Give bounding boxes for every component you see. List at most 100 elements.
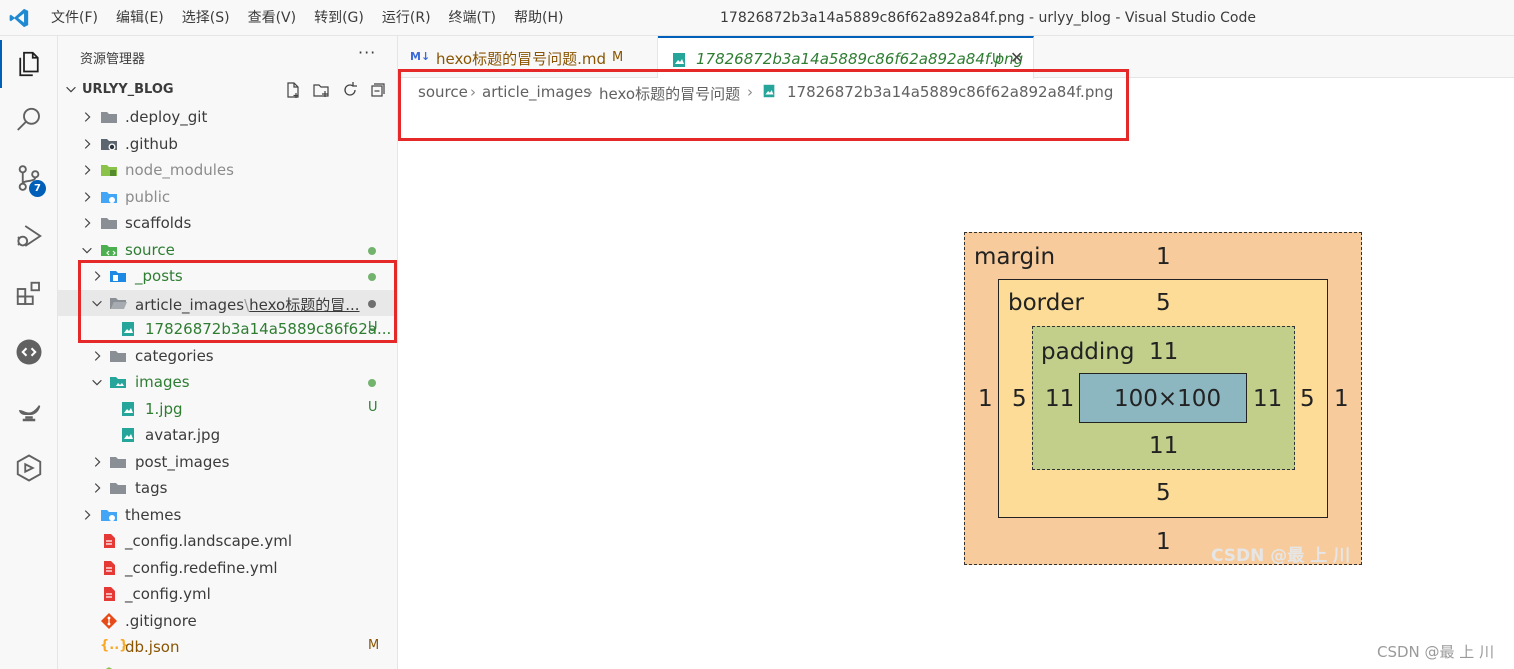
remote-activity[interactable] (0, 328, 58, 376)
tree-item-label: db.json (125, 638, 180, 656)
menu-run[interactable]: 运行(R) (373, 0, 440, 36)
chevron-right-icon (94, 456, 101, 467)
markdown-icon: M↓ (410, 50, 431, 63)
project-header[interactable]: URLYY_BLOG (58, 78, 397, 102)
chevron-down-icon (92, 379, 102, 386)
sidebar-title: 资源管理器 (80, 52, 146, 67)
tree-item-partial[interactable] (58, 661, 397, 669)
tree-item-config-landscape[interactable]: _config.landscape.yml (58, 528, 397, 555)
new-folder-button[interactable] (312, 81, 332, 99)
modified-dot (368, 379, 376, 387)
images-folder-icon (110, 377, 126, 388)
margin-left-value: 1 (978, 386, 993, 412)
tree-item-1-jpg[interactable]: 1.jpg U (58, 396, 397, 423)
border-top-value: 5 (1156, 290, 1171, 316)
refresh-button[interactable] (341, 81, 361, 99)
run-debug-activity[interactable] (0, 212, 58, 260)
tab-status: U (992, 52, 1002, 67)
explorer-activity[interactable] (0, 40, 58, 88)
run-debug-icon (17, 225, 42, 247)
tree-item-scaffolds[interactable]: scaffolds (58, 210, 397, 237)
tree-item-images[interactable]: images (58, 369, 397, 396)
tree-item-deploy-git[interactable]: .deploy_git (58, 104, 397, 131)
collapse-all-button[interactable] (369, 81, 389, 99)
untracked-status: U (368, 399, 378, 415)
project-name: URLYY_BLOG (82, 82, 174, 97)
chevron-down-icon (82, 247, 92, 253)
chevron-right-icon (84, 191, 91, 202)
yaml-file-icon (104, 587, 115, 601)
image-file-icon (122, 428, 134, 442)
node-folder-icon (101, 165, 117, 176)
github-folder-icon (101, 138, 117, 150)
cube-icon (16, 454, 42, 482)
themes-folder-icon (101, 509, 117, 521)
tree-item-label: _config.yml (125, 585, 211, 603)
chevron-right-icon (94, 483, 101, 493)
tab-status: M (612, 50, 624, 65)
tree-item-db-json[interactable]: {..} db.json M (58, 634, 397, 661)
tree-item-tags[interactable]: tags (58, 475, 397, 502)
more-actions-button[interactable]: ··· (358, 43, 376, 62)
tree-item-post-images[interactable]: post_images (58, 449, 397, 476)
tree-item-label: 1.jpg (145, 399, 183, 418)
tree-item-categories[interactable]: categories (58, 343, 397, 370)
search-activity[interactable] (0, 96, 58, 144)
new-folder-icon (313, 84, 329, 97)
menu-edit[interactable]: 编辑(E) (107, 0, 173, 36)
tree-item-label: source (125, 240, 175, 259)
menu-terminal[interactable]: 终端(T) (440, 0, 505, 36)
source-control-activity[interactable]: 7 (0, 154, 58, 202)
search-icon (17, 107, 40, 131)
menu-view[interactable]: 查看(V) (239, 0, 306, 36)
tree-item-label: .gitignore (125, 611, 197, 630)
menu-help[interactable]: 帮助(H) (505, 0, 572, 36)
page-watermark: CSDN @最 上 川 (1377, 643, 1495, 661)
public-folder-icon (101, 191, 117, 203)
tree-item-themes[interactable]: themes (58, 502, 397, 529)
lamp-activity[interactable] (0, 386, 58, 434)
padding-label: padding (1041, 339, 1135, 365)
extensions-icon (16, 281, 40, 305)
margin-bottom-value: 1 (1156, 529, 1171, 555)
scm-badge: 7 (29, 180, 46, 197)
refresh-icon (344, 82, 357, 96)
tree-item-label: post_images (135, 452, 230, 471)
tree-item-avatar-jpg[interactable]: avatar.jpg (58, 422, 397, 449)
highlight-box-breadcrumb (398, 69, 1129, 141)
remote-explorer-icon (16, 339, 42, 365)
tree-item-label: themes (125, 505, 182, 524)
tree-item-github[interactable]: .github (58, 131, 397, 158)
tree-item-label: images (135, 373, 190, 391)
tree-item-config-redefine[interactable]: _config.redefine.yml (58, 555, 397, 582)
source-folder-open-icon (101, 244, 117, 256)
menu-go[interactable]: 转到(G) (305, 0, 373, 36)
folder-icon (110, 483, 126, 494)
chevron-right-icon (84, 509, 91, 520)
explorer-sidebar: 资源管理器 ··· URLYY_BLOG .deploy_git .github (58, 36, 398, 669)
folder-icon (110, 350, 126, 362)
tree-item-gitignore[interactable]: .gitignore (58, 608, 397, 635)
chevron-right-icon (84, 138, 91, 149)
extensions-activity[interactable] (0, 270, 58, 318)
chevron-right-icon (94, 350, 101, 361)
tree-item-label: node_modules (125, 161, 234, 179)
tree-item-node-modules[interactable]: node_modules (58, 157, 397, 184)
lamp-icon (19, 405, 41, 422)
menu-selection[interactable]: 选择(S) (173, 0, 239, 36)
margin-label: margin (974, 244, 1056, 270)
new-file-button[interactable] (284, 81, 304, 99)
tree-item-label: .github (125, 134, 178, 153)
border-left-value: 5 (1012, 386, 1027, 412)
chevron-right-icon (84, 218, 91, 228)
tree-item-config[interactable]: _config.yml (58, 581, 397, 608)
codesandbox-activity[interactable] (0, 444, 58, 492)
folder-icon (110, 456, 126, 468)
tree-item-label: tags (135, 479, 168, 497)
menu-file[interactable]: 文件(F) (42, 0, 107, 36)
content-size-label: 100×100 (1114, 386, 1222, 412)
tree-item-public[interactable]: public (58, 184, 397, 211)
image-watermark: CSDN @最 上 川 (1211, 546, 1351, 566)
modified-status: M (368, 638, 380, 653)
tab-close-button[interactable]: ✕ (1010, 48, 1023, 67)
